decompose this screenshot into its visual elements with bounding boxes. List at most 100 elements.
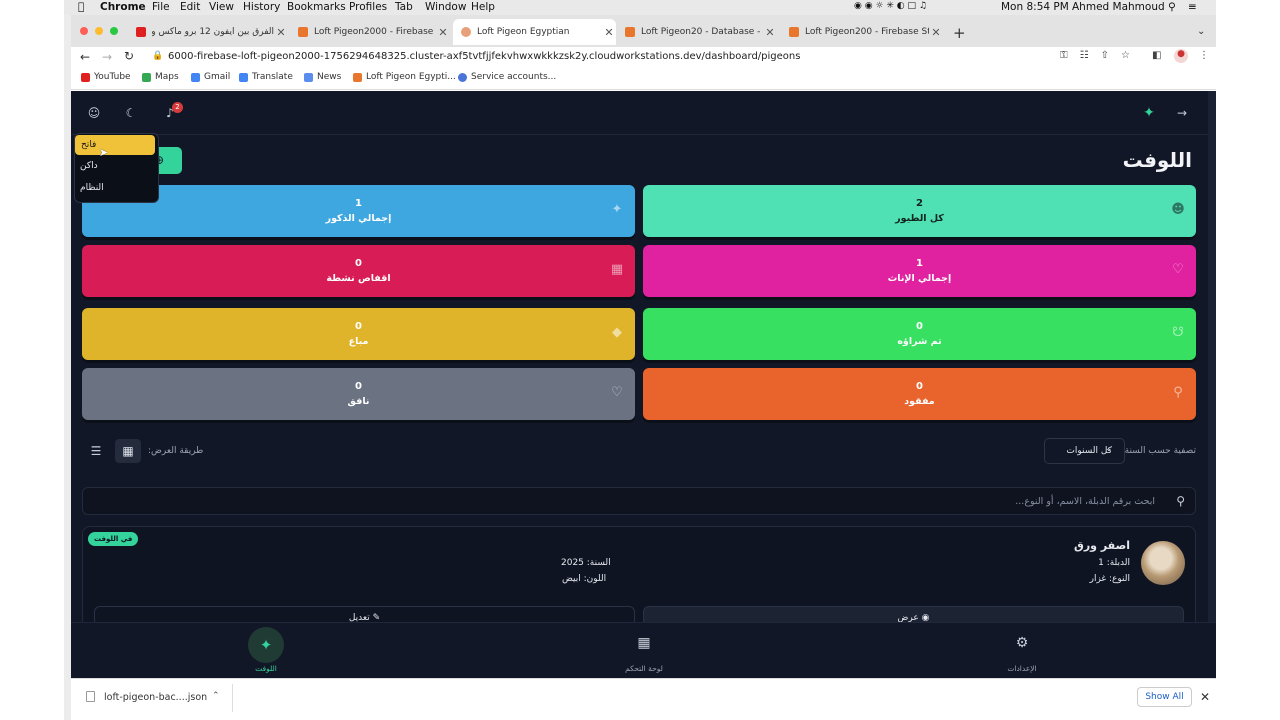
- stat-value: 1: [916, 258, 923, 269]
- stat-card-active-cages[interactable]: 0 اقفاص نشطة ▦: [82, 245, 635, 297]
- close-icon[interactable]: ✕: [274, 26, 288, 39]
- close-icon[interactable]: ✕: [1200, 690, 1210, 704]
- youtube-icon: [136, 27, 146, 37]
- grid-icon: ▦: [122, 444, 134, 458]
- stat-card-males[interactable]: 1 إجمالي الذكور ✦: [82, 185, 635, 237]
- user-icon[interactable]: ☺: [84, 103, 104, 123]
- app-header: [71, 91, 1208, 135]
- status-icons[interactable]: ◉ ◉ ☼ ✳ ◐ □ ♫: [854, 1, 927, 11]
- stat-value: 0: [355, 381, 362, 392]
- menu-tab[interactable]: Tab: [395, 1, 413, 13]
- tag-icon: ◆: [612, 325, 622, 340]
- menu-view[interactable]: View: [209, 1, 234, 13]
- notification-badge: 2: [172, 102, 183, 113]
- theme-option-light[interactable]: فاتح: [75, 135, 155, 155]
- sidebar-icon[interactable]: ◧: [1152, 50, 1161, 61]
- search-placeholder: ابحث برقم الدبلة، الاسم، أو النوع...: [1015, 496, 1155, 507]
- bookmark-youtube[interactable]: YouTube: [81, 72, 131, 82]
- apple-icon[interactable]: : [78, 1, 84, 13]
- tab-youtube[interactable]: الفرق بين ايفون 12 برو ماكس وايفون ١١ ✕: [128, 19, 288, 45]
- search-input[interactable]: ابحث برقم الدبلة، الاسم، أو النوع... ⚲: [82, 487, 1196, 515]
- firebase-icon: [625, 27, 635, 37]
- url-input[interactable]: 6000-firebase-loft-pigeon2000-1756294648…: [168, 51, 800, 62]
- tab-firebase-1[interactable]: Loft Pigeon2000 - Firebase Stu ✕: [290, 19, 450, 45]
- dashboard-icon[interactable]: ▦: [634, 635, 654, 651]
- stat-card-lost[interactable]: 0 مفقود ⚲: [643, 368, 1196, 420]
- stat-card-females[interactable]: 1 إجمالي الإناث ♡: [643, 245, 1196, 297]
- tab-search-chevron-icon[interactable]: ⌄: [1197, 26, 1205, 37]
- list-view-button[interactable]: ☰: [86, 439, 106, 463]
- stat-card-sold[interactable]: 0 مباع ◆: [82, 308, 635, 360]
- menu-bookmarks[interactable]: Bookmarks: [287, 1, 346, 13]
- reload-icon[interactable]: ↻: [124, 49, 134, 63]
- menu-file[interactable]: File: [152, 1, 170, 13]
- stat-label: نافق: [347, 396, 370, 407]
- pigeon-color: اللون: ابيض: [562, 574, 607, 584]
- theme-option-dark[interactable]: داكن: [80, 161, 98, 171]
- lock-icon[interactable]: 🔒: [152, 51, 163, 61]
- toolbar-actions[interactable]: ⚿☷⇧☆: [1060, 50, 1142, 61]
- arrow-right-icon[interactable]: →: [1172, 103, 1192, 123]
- window-zoom-icon[interactable]: [110, 27, 118, 35]
- close-icon[interactable]: ✕: [929, 26, 943, 39]
- grid-view-button[interactable]: ▦: [115, 439, 141, 463]
- close-icon[interactable]: ✕: [602, 26, 616, 39]
- download-item[interactable]: loft-pigeon-bac....json: [104, 692, 207, 703]
- menu-history[interactable]: History: [243, 1, 280, 13]
- bookmark-news[interactable]: News: [304, 72, 341, 82]
- moon-icon[interactable]: ☾: [121, 103, 141, 123]
- profile-avatar[interactable]: ●: [1174, 49, 1188, 63]
- spotlight-icon[interactable]: ⚲: [1168, 1, 1176, 13]
- menu-dots-icon[interactable]: ⋮: [1199, 50, 1209, 61]
- stat-label: تم شراؤه: [897, 336, 942, 347]
- menu-profiles[interactable]: Profiles: [349, 1, 387, 13]
- year-filter-select[interactable]: كل السنوات: [1044, 438, 1125, 464]
- menubar-user[interactable]: Ahmed Mahmoud: [1072, 1, 1165, 13]
- back-icon[interactable]: ←: [80, 50, 90, 64]
- pigeon-year: السنة: 2025: [561, 558, 611, 568]
- bookmark-translate[interactable]: Translate: [239, 72, 293, 82]
- nav-loft-icon[interactable]: ✦: [248, 627, 284, 663]
- nav-dashboard-label[interactable]: لوحة التحكم: [610, 664, 678, 673]
- pigeon-avatar[interactable]: [1141, 541, 1185, 585]
- stat-label: اقفاص نشطة: [326, 273, 391, 284]
- show-all-button[interactable]: Show All: [1137, 687, 1192, 707]
- close-icon[interactable]: ✕: [763, 26, 777, 39]
- mouse-cursor-icon: ➤: [99, 146, 109, 159]
- window-minimize-icon[interactable]: [95, 27, 103, 35]
- firebase-icon: [789, 27, 799, 37]
- menu-help[interactable]: Help: [471, 1, 495, 13]
- view-mode-label: طريقة العرض:: [148, 446, 204, 456]
- menubar-clock[interactable]: Mon 8:54 PM: [1001, 1, 1069, 13]
- stat-card-dead[interactable]: 0 نافق ♡: [82, 368, 635, 420]
- tab-loft-pigeon-egyptian[interactable]: Loft Pigeon Egyptian ✕: [453, 19, 616, 45]
- bookmark-gmail[interactable]: Gmail: [191, 72, 230, 82]
- chevron-up-icon[interactable]: ⌃: [212, 691, 220, 701]
- stat-card-all-birds[interactable]: 2 كل الطيور ☻: [643, 185, 1196, 237]
- settings-gear-icon[interactable]: ⚙: [1012, 635, 1032, 651]
- scrollbar[interactable]: [1208, 91, 1216, 678]
- bookmark-maps[interactable]: Maps: [142, 72, 179, 82]
- control-center-icon[interactable]: ≡: [1188, 1, 1197, 13]
- bird-icon: ✦: [611, 202, 623, 217]
- bookmark-loft-pigeon[interactable]: Loft Pigeon Egypti...: [353, 72, 456, 82]
- menubar-app-name[interactable]: Chrome: [100, 1, 146, 13]
- download-bar: [71, 678, 1216, 716]
- nav-loft-label[interactable]: اللوفت: [240, 664, 292, 673]
- tab-firebase-2[interactable]: Loft Pigeon200 - Firebase Stu ✕: [781, 19, 943, 45]
- theme-option-system[interactable]: النظام: [80, 183, 104, 193]
- tab-database[interactable]: Loft Pigeon20 - Database - Da ✕: [617, 19, 777, 45]
- window-close-icon[interactable]: [80, 27, 88, 35]
- pigeon-name: اصفر ورق: [1074, 539, 1130, 552]
- status-badge: في اللوفت: [88, 532, 139, 546]
- bookmark-service-accounts[interactable]: Service accounts...: [458, 72, 556, 82]
- new-tab-icon[interactable]: +: [953, 24, 966, 42]
- forward-icon[interactable]: →: [102, 50, 112, 64]
- menu-edit[interactable]: Edit: [180, 1, 200, 13]
- menu-window[interactable]: Window: [425, 1, 466, 13]
- stat-card-purchased[interactable]: 0 تم شراؤه ☋: [643, 308, 1196, 360]
- bird-logo-icon[interactable]: ✦: [1139, 103, 1159, 123]
- nav-settings-label[interactable]: الإعدادات: [996, 664, 1048, 673]
- shield-icon: [458, 72, 467, 82]
- close-icon[interactable]: ✕: [436, 26, 450, 39]
